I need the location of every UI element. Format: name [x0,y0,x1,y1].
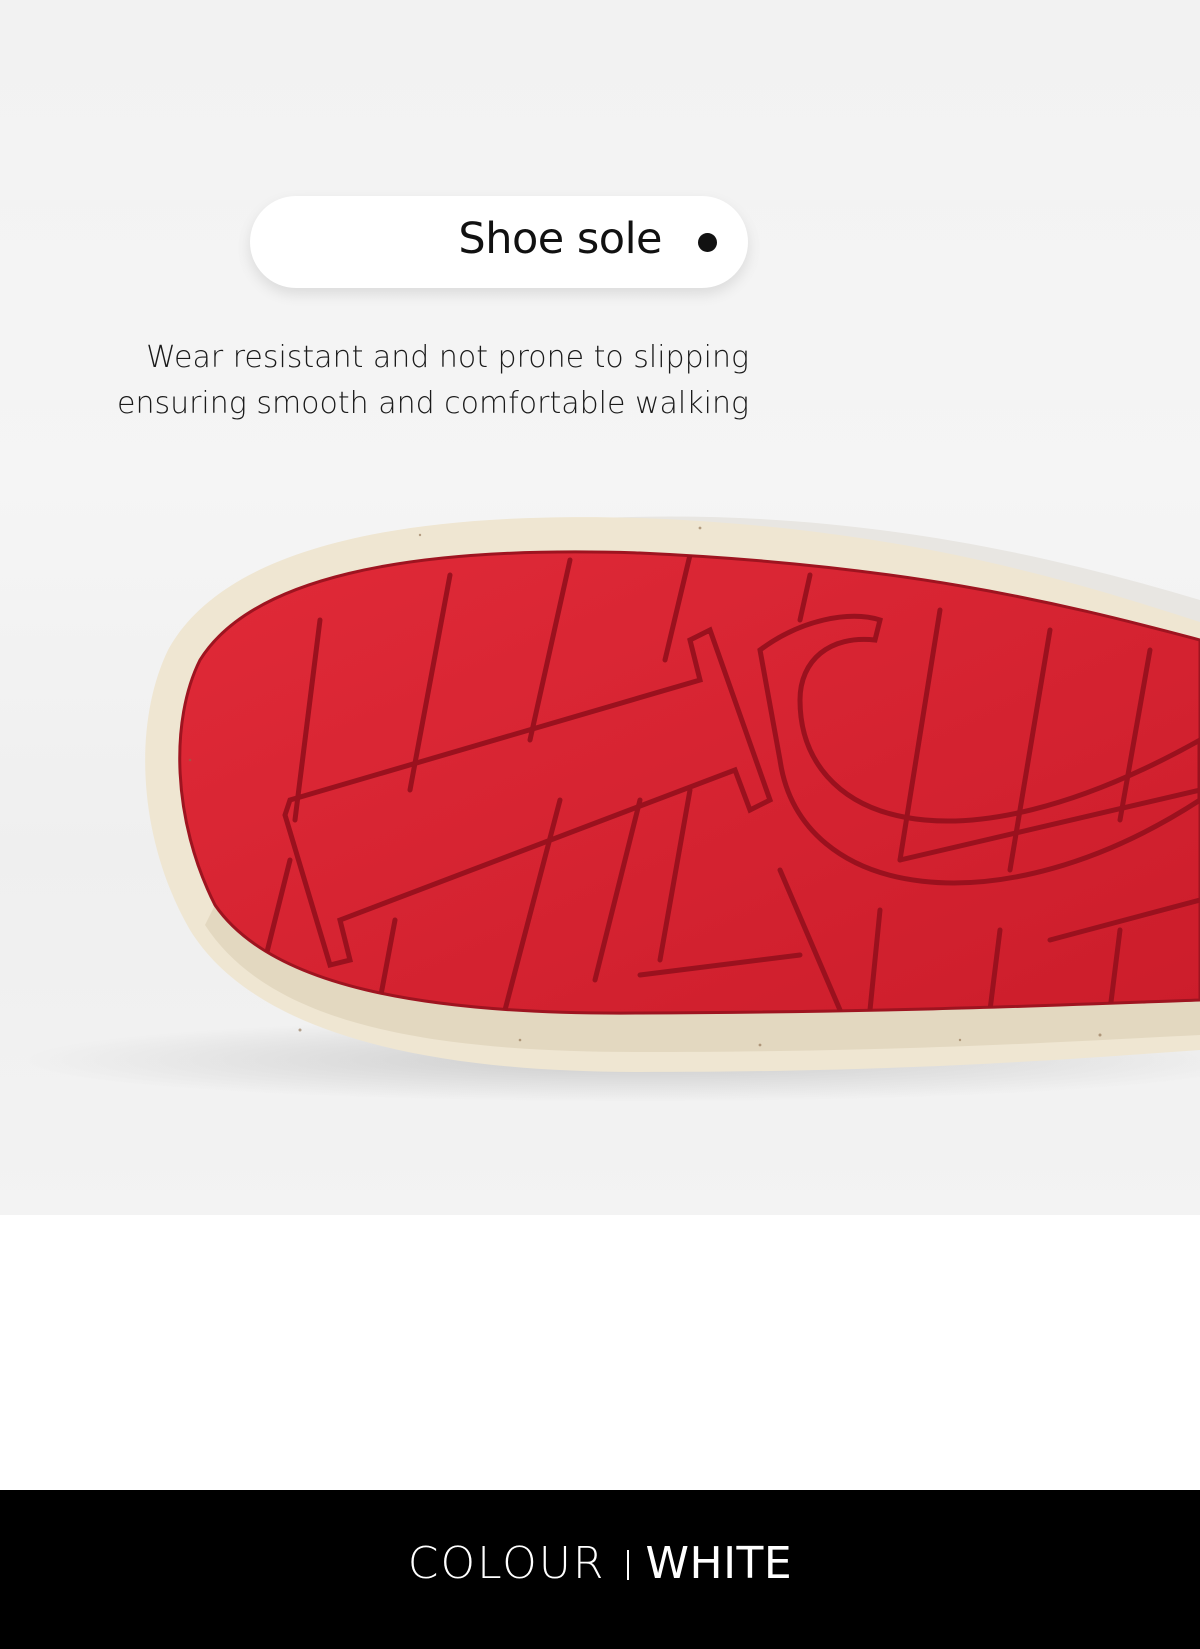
shoe-sole-illustration [20,516,1200,1102]
colour-label-line: COLOUR WHITE [0,1538,1200,1589]
colour-label: COLOUR [407,1538,606,1589]
description-line-1: Wear resistant and not prone to slipping [146,340,749,375]
colour-value: WHITE [645,1538,793,1589]
feature-description: Wear resistant and not prone to slipping… [49,335,749,427]
product-photo: Shoe sole Wear resistant and not prone t… [0,0,1200,1215]
description-line-2: ensuring smooth and comfortable walking [116,386,749,421]
separator-bar [627,1550,630,1580]
outsole [178,550,1200,1015]
feature-title: Shoe sole [458,214,662,264]
colour-footer-bar: COLOUR WHITE [0,1490,1200,1649]
feature-title-pill: Shoe sole [250,196,748,288]
bullet-dot-icon [698,233,717,252]
